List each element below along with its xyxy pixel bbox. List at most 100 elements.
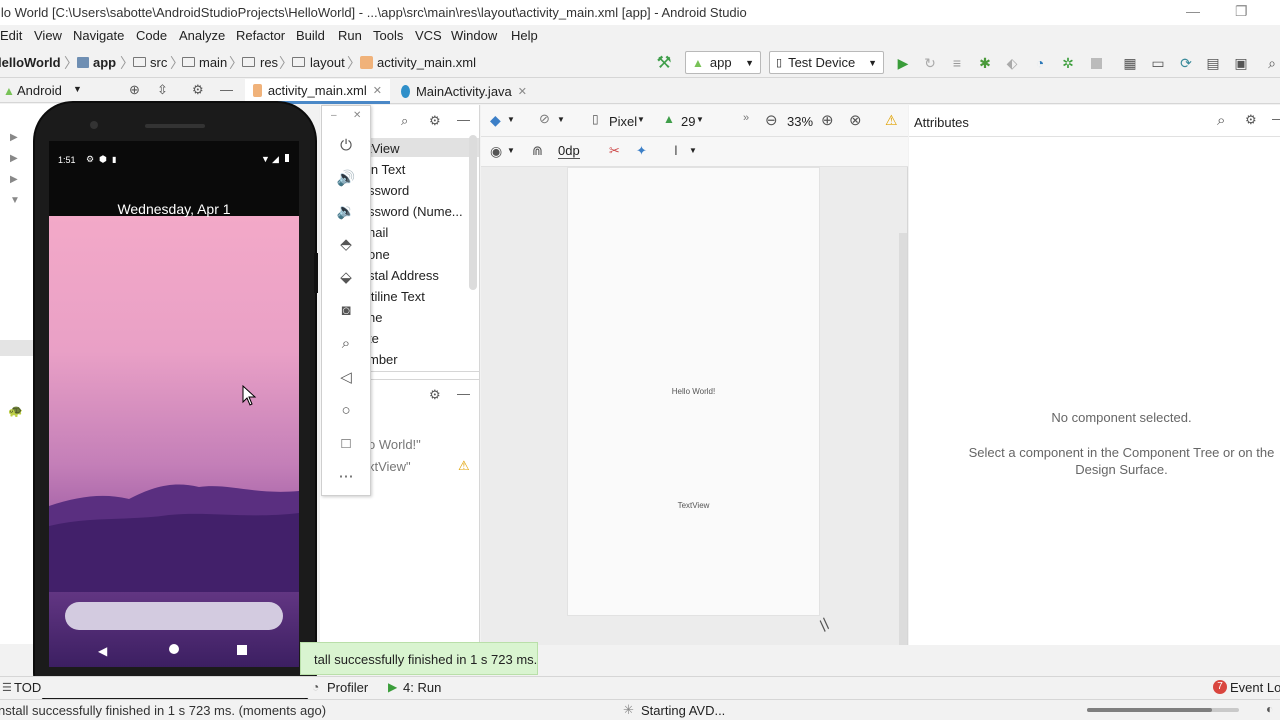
camera-icon[interactable]: ◙: [335, 299, 357, 321]
palette-item[interactable]: stal Address: [368, 268, 439, 283]
guidelines-icon[interactable]: Ⅰ: [674, 143, 678, 159]
api-level-selector[interactable]: 29: [681, 114, 695, 129]
minimize-icon[interactable]: –: [331, 110, 337, 121]
device-manager-icon[interactable]: ▤: [1204, 54, 1222, 72]
home-icon[interactable]: [169, 644, 179, 654]
expand-arrow-icon[interactable]: ▶: [10, 132, 18, 143]
hello-world-textview[interactable]: Hello World!: [568, 387, 819, 396]
debug-attach-icon[interactable]: ✲: [1059, 54, 1077, 72]
zoom-in-icon[interactable]: ⊕: [821, 111, 834, 129]
breadcrumb-layout[interactable]: layout: [310, 55, 345, 70]
sync-project-icon[interactable]: ▦: [1121, 54, 1139, 72]
component-tree-item[interactable]: o World!": [368, 437, 421, 452]
attach-debugger-icon[interactable]: ⬖: [1003, 54, 1021, 72]
back-icon[interactable]: ◀: [98, 644, 107, 658]
chevron-down-icon[interactable]: ▼: [557, 115, 565, 124]
palette-scrollbar[interactable]: [469, 135, 477, 290]
breadcrumb-app[interactable]: app: [93, 55, 116, 70]
zoom-out-icon[interactable]: ⊖: [765, 111, 778, 129]
palette-item[interactable]: ssword: [368, 183, 409, 198]
hide-icon[interactable]: —: [1272, 111, 1280, 126]
close-icon[interactable]: ✕: [373, 84, 382, 97]
run-config-dropdown[interactable]: ▲ app ▼: [685, 51, 761, 74]
gear-icon[interactable]: ⚙: [429, 113, 441, 129]
tab-main-activity[interactable]: MainActivity.java ✕: [393, 79, 535, 104]
infer-constraints-icon[interactable]: ✦: [636, 143, 647, 159]
expand-arrow-icon[interactable]: ▶: [10, 153, 18, 164]
hide-icon[interactable]: —: [457, 112, 470, 127]
search-icon[interactable]: ⌕: [1217, 112, 1225, 129]
menu-run[interactable]: Run: [338, 28, 362, 43]
gear-icon[interactable]: ⚙: [429, 387, 441, 403]
gear-icon[interactable]: ⚙: [1245, 112, 1257, 128]
memory-indicator-icon[interactable]: ◐: [1266, 702, 1273, 716]
volume-down-icon[interactable]: 🔉: [335, 200, 357, 222]
close-icon[interactable]: ✕: [518, 85, 527, 98]
chevron-down-icon[interactable]: ▼: [507, 146, 515, 155]
warning-icon[interactable]: ⚠: [458, 458, 470, 474]
background-task[interactable]: Starting AVD...: [641, 703, 725, 718]
locate-icon[interactable]: ⊕: [129, 82, 140, 98]
device-dropdown[interactable]: ▯ Test Device ▼: [769, 51, 884, 74]
menu-vcs[interactable]: VCS: [415, 28, 442, 43]
textview-widget[interactable]: TextView: [568, 501, 819, 510]
menu-tools[interactable]: Tools: [373, 28, 403, 43]
project-view-mode[interactable]: Android: [17, 83, 62, 98]
run-icon[interactable]: ▶: [894, 54, 912, 72]
apply-changes-icon[interactable]: ↻: [921, 54, 939, 72]
layers-icon[interactable]: ◆: [490, 112, 501, 129]
home-icon[interactable]: ○: [335, 399, 357, 421]
palette-item[interactable]: in Text: [368, 162, 405, 177]
collapse-icon[interactable]: ⇳: [157, 82, 168, 98]
palette-item[interactable]: ssword (Nume...: [368, 204, 463, 219]
eye-icon[interactable]: ◉: [490, 143, 502, 160]
breadcrumb-res[interactable]: res: [260, 55, 278, 70]
chevron-down-icon[interactable]: ▼: [507, 115, 515, 124]
palette-item[interactable]: one: [368, 247, 390, 262]
palette-item[interactable]: mber: [368, 352, 398, 367]
more-chevron-icon[interactable]: »: [743, 112, 749, 124]
breadcrumb-src[interactable]: src: [150, 55, 167, 70]
side-button[interactable]: [314, 253, 318, 293]
back-icon[interactable]: ◁: [335, 366, 357, 388]
more-icon[interactable]: ⋯: [335, 465, 357, 487]
debug-icon[interactable]: ✱: [976, 54, 994, 72]
resize-handle-icon[interactable]: //: [816, 616, 834, 636]
chevron-down-icon[interactable]: ▼: [73, 84, 82, 94]
structure-icon[interactable]: ▣: [1232, 54, 1250, 72]
orientation-icon[interactable]: ⊘: [539, 111, 550, 127]
tool-tab-todo[interactable]: TOD: [14, 680, 41, 695]
chevron-down-icon[interactable]: ▼: [637, 115, 645, 124]
gear-icon[interactable]: ⚙: [192, 82, 204, 98]
magnet-icon[interactable]: ⋒: [532, 143, 543, 159]
breadcrumb-main[interactable]: main: [199, 55, 227, 70]
default-margin[interactable]: 0dp: [558, 143, 580, 159]
menu-window[interactable]: Window: [451, 28, 497, 43]
volume-up-icon[interactable]: 🔊: [335, 167, 357, 189]
status-message[interactable]: nstall successfully finished in 1 s 723 …: [0, 703, 326, 718]
avd-manager-icon[interactable]: ▭: [1149, 54, 1167, 72]
tool-tab-event-log[interactable]: Event Log: [1230, 680, 1280, 695]
phone-screen[interactable]: 1:51 ⚙ ⬢ ▮ ▼ ◢ Wednesday, Apr 1 ◀: [49, 141, 299, 667]
palette-item[interactable]: ltiline Text: [368, 289, 425, 304]
hammer-icon[interactable]: ⚒: [655, 53, 673, 72]
layout-canvas[interactable]: Hello World! TextView: [568, 168, 819, 615]
tab-activity-main[interactable]: activity_main.xml ✕: [245, 79, 390, 104]
rotate-right-icon[interactable]: ⬙: [335, 266, 357, 288]
hide-icon[interactable]: —: [457, 386, 470, 401]
overview-icon[interactable]: [237, 645, 247, 655]
zoom-icon[interactable]: ⌕: [335, 332, 357, 354]
power-icon[interactable]: ⏻: [335, 134, 357, 156]
overview-icon[interactable]: □: [335, 432, 357, 454]
search-bar[interactable]: [65, 602, 283, 630]
design-scrollbar[interactable]: [899, 233, 907, 645]
restore-button[interactable]: ❐: [1235, 3, 1248, 20]
sdk-manager-icon[interactable]: ⟳: [1177, 54, 1195, 72]
hide-icon[interactable]: —: [220, 82, 233, 97]
rotate-left-icon[interactable]: ⬘: [335, 233, 357, 255]
menu-code[interactable]: Code: [136, 28, 167, 43]
device-icon[interactable]: ▯: [592, 112, 599, 126]
component-tree-item[interactable]: xtView": [368, 459, 411, 474]
search-icon[interactable]: ⌕: [401, 113, 408, 129]
apply-code-icon[interactable]: ≡: [948, 54, 966, 72]
